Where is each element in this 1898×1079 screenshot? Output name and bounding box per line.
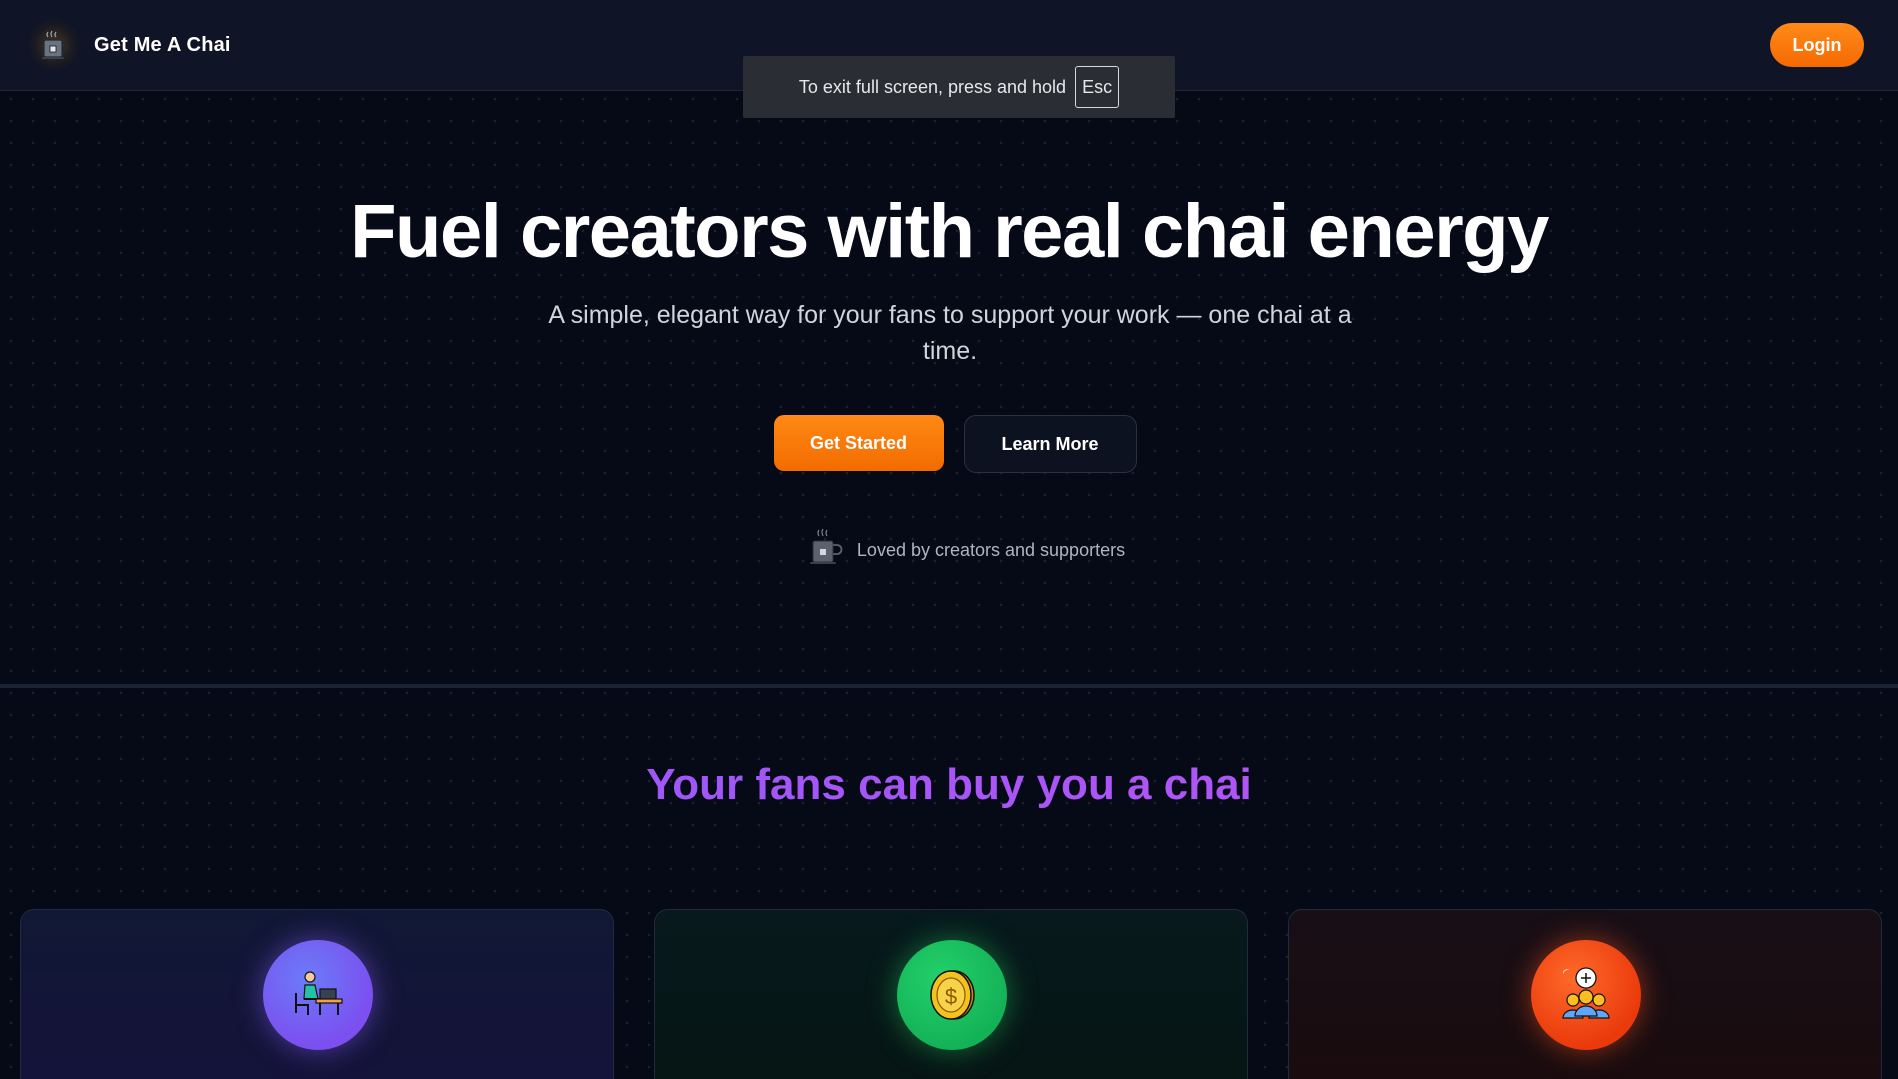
section-divider — [0, 684, 1898, 688]
fullscreen-exit-toast: To exit full screen, press and hold Esc — [743, 56, 1175, 118]
learn-more-button[interactable]: Learn More — [963, 415, 1137, 473]
feature-card-community — [1288, 909, 1882, 1079]
feature-card-coin: $ — [654, 909, 1248, 1079]
hero-cta-row: Get Started Learn More — [0, 415, 1898, 473]
brand-link[interactable]: Get Me A Chai — [28, 19, 231, 71]
coin-icon: $ — [897, 940, 1007, 1050]
chai-cup-icon — [807, 528, 843, 573]
hero-title: Fuel creators with real chai energy — [350, 189, 1549, 274]
brand-name: Get Me A Chai — [94, 33, 231, 56]
chai-cup-logo-icon — [28, 19, 80, 71]
creator-at-desk-icon — [263, 940, 373, 1050]
feature-card-creator — [20, 909, 614, 1079]
features-title: Your fans can buy you a chai — [0, 760, 1898, 810]
login-button[interactable]: Login — [1770, 23, 1864, 67]
esc-key-badge: Esc — [1075, 66, 1120, 108]
loved-by-row: Loved by creators and supporters — [0, 528, 1898, 573]
hero-subtitle: A simple, elegant way for your fans to s… — [548, 301, 1352, 365]
svg-text:$: $ — [945, 984, 957, 1009]
fullscreen-toast-text: To exit full screen, press and hold — [798, 76, 1067, 97]
community-icon — [1531, 940, 1641, 1050]
get-started-button[interactable]: Get Started — [773, 415, 944, 471]
loved-by-text: Loved by creators and supporters — [856, 540, 1126, 560]
page: Get Me A Chai Login To exit full screen,… — [0, 0, 1898, 1079]
